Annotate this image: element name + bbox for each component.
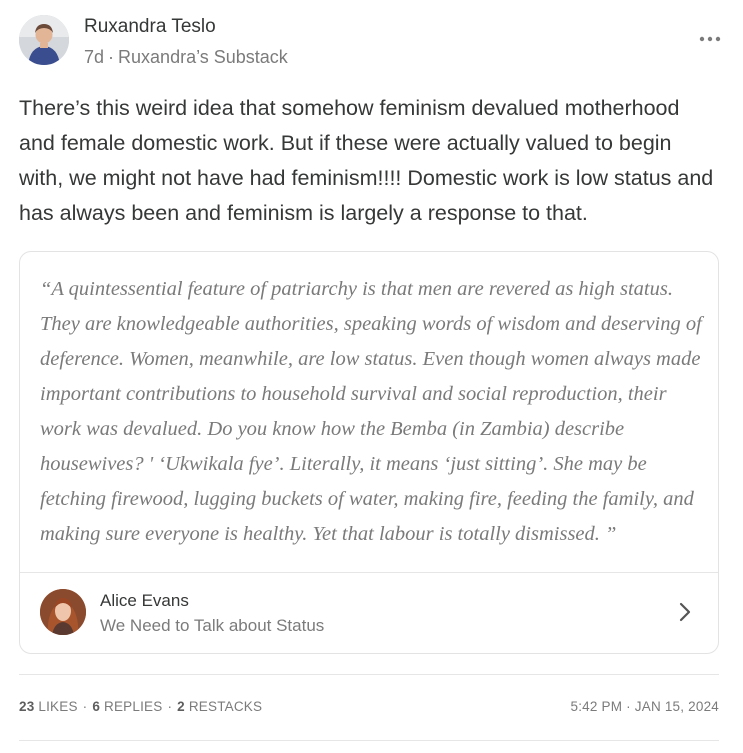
meta-separator: · (108, 47, 115, 67)
source-avatar (40, 589, 86, 635)
quote-source[interactable]: Alice Evans We Need to Talk about Status (20, 573, 718, 653)
post-age: 7d (84, 47, 105, 67)
restacks-link[interactable]: 2 RESTACKS (177, 699, 262, 714)
person-portrait-icon (19, 15, 69, 65)
stats-separator: · (82, 699, 88, 714)
quote-text: “A quintessential feature of patriarchy … (40, 278, 702, 545)
post-timestamp: 5:42 PM · JAN 15, 2024 (570, 699, 719, 714)
ellipsis-icon (699, 36, 721, 42)
engagement-stats: 23 LIKES · 6 REPLIES · 2 RESTACKS (19, 699, 262, 714)
person-portrait-icon (40, 589, 86, 635)
post-meta: 7d · Ruxandra’s Substack (84, 47, 288, 68)
chevron-right-icon (678, 601, 692, 623)
post-body-text: There’s this weird idea that somehow fem… (19, 96, 714, 225)
publication-link[interactable]: Ruxandra’s Substack (118, 47, 288, 67)
stats-separator: · (167, 699, 173, 714)
source-publication: We Need to Talk about Status (100, 616, 325, 635)
more-options-button[interactable] (696, 29, 724, 49)
footer-divider (19, 674, 719, 675)
footer-divider-bottom (19, 740, 719, 741)
quoted-post-card[interactable]: “A quintessential feature of patriarchy … (19, 251, 719, 654)
author-avatar[interactable] (19, 15, 69, 65)
source-author-name: Alice Evans (100, 591, 189, 610)
replies-link[interactable]: 6 REPLIES (92, 699, 162, 714)
post-header: Ruxandra Teslo 7d · Ruxandra’s Substack (19, 15, 724, 67)
author-name[interactable]: Ruxandra Teslo (84, 16, 216, 38)
likes-link[interactable]: 23 LIKES (19, 699, 78, 714)
